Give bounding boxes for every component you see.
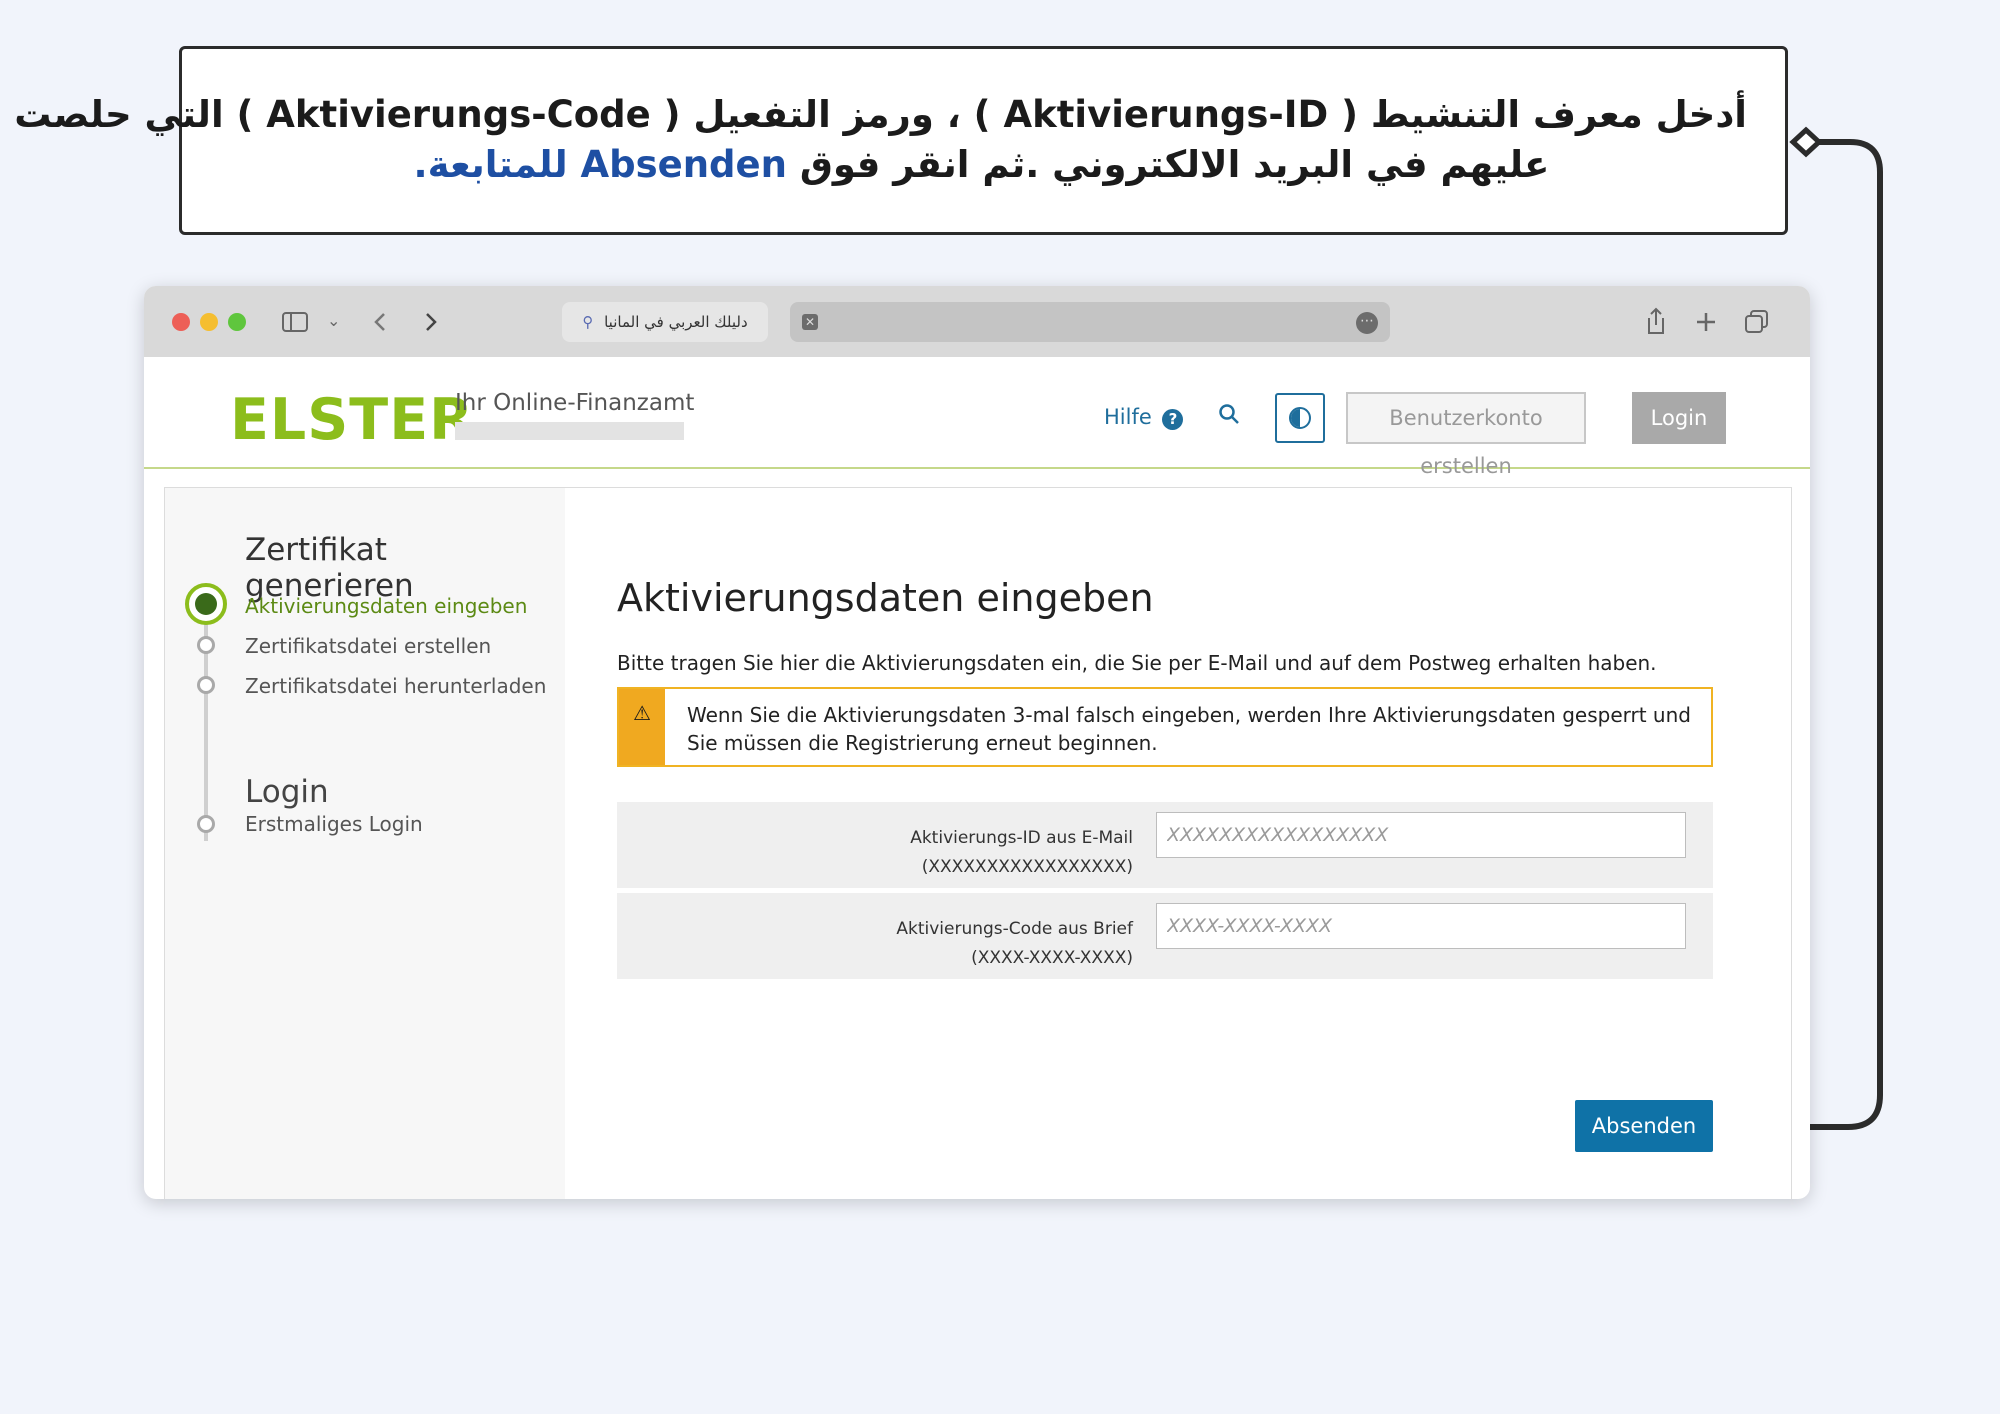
location-pin-icon: ⚲	[582, 313, 594, 331]
help-icon: ?	[1162, 409, 1184, 430]
login-button[interactable]: Login	[1632, 392, 1726, 444]
contrast-icon	[1289, 407, 1311, 429]
page-title: Aktivierungsdaten eingeben	[617, 576, 1154, 620]
contrast-toggle-button[interactable]	[1275, 393, 1325, 443]
browser-toolbar: ⌄ دليلك العربي في المانيا ⚲ ✕ ⋯	[144, 286, 1810, 358]
form-row-activation-code: Aktivierungs-Code aus Brief (XXXX-XXXX-X…	[617, 893, 1713, 979]
share-icon[interactable]	[1644, 306, 1668, 336]
browser-tab-active[interactable]: دليلك العربي في المانيا ⚲	[562, 302, 768, 342]
step-indicator	[197, 676, 215, 694]
browser-window: ⌄ دليلك العربي في المانيا ⚲ ✕ ⋯ ELSTER I…	[144, 286, 1810, 1199]
elster-logo[interactable]: ELSTER	[230, 387, 474, 453]
field-label-text: Aktivierungs-Code aus Brief	[896, 919, 1133, 939]
field-hint: (XXXXXXXXXXXXXXXXX)	[921, 857, 1133, 877]
step-first-login: Erstmaliges Login	[245, 812, 423, 836]
close-window-button[interactable]	[172, 313, 190, 331]
forward-arrow-icon[interactable]	[423, 312, 439, 332]
field-hint: (XXXX-XXXX-XXXX)	[971, 948, 1133, 968]
logo-underline-bar	[455, 422, 684, 440]
help-label: Hilfe	[1104, 405, 1152, 429]
step-indicator	[197, 636, 215, 654]
sidebar-toggle-icon[interactable]	[282, 312, 308, 332]
help-link[interactable]: Hilfe ?	[1104, 405, 1184, 430]
browser-tab-address[interactable]: ✕ ⋯	[790, 302, 1390, 342]
warning-icon: ⚠	[619, 689, 665, 765]
maximize-window-button[interactable]	[228, 313, 246, 331]
warning-box: ⚠ Wenn Sie die Aktivierungsdaten 3-mal f…	[617, 687, 1713, 767]
tab-overview-icon[interactable]	[1744, 309, 1770, 335]
submit-button[interactable]: Absenden	[1575, 1100, 1713, 1152]
close-tab-icon[interactable]: ✕	[802, 314, 818, 330]
new-tab-plus-icon[interactable]	[1695, 311, 1717, 333]
content-card: Zertifikat generieren Aktivierungsdaten …	[164, 487, 1792, 1199]
step-activation-data: Aktivierungsdaten eingeben	[245, 594, 528, 618]
form-row-activation-id: Aktivierungs-ID aus E-Mail (XXXXXXXXXXXX…	[617, 802, 1713, 888]
step-indicator	[197, 815, 215, 833]
step-active-indicator	[185, 583, 227, 625]
connector-diamond	[1789, 126, 1823, 158]
field-label-activation-id: Aktivierungs-ID aus E-Mail (XXXXXXXXXXXX…	[910, 824, 1133, 882]
step-create-certificate: Zertifikatsdatei erstellen	[245, 634, 492, 658]
minimize-window-button[interactable]	[200, 313, 218, 331]
logo-subtitle: Ihr Online-Finanzamt	[455, 390, 695, 416]
warning-text: Wenn Sie die Aktivierungsdaten 3-mal fal…	[687, 703, 1691, 755]
create-account-button[interactable]: Benutzerkonto erstellen	[1346, 392, 1586, 478]
search-icon[interactable]	[1218, 403, 1240, 425]
field-label-text: Aktivierungs-ID aus E-Mail	[910, 828, 1133, 848]
field-label-activation-code: Aktivierungs-Code aus Brief (XXXX-XXXX-X…	[896, 915, 1133, 973]
more-options-icon[interactable]: ⋯	[1356, 312, 1378, 334]
chevron-down-icon[interactable]: ⌄	[327, 306, 340, 336]
intro-text: Bitte tragen Sie hier die Aktivierungsda…	[617, 651, 1657, 675]
progress-sidebar: Zertifikat generieren Aktivierungsdaten …	[165, 488, 565, 1199]
step-download-certificate: Zertifikatsdatei herunterladen	[245, 674, 547, 698]
back-arrow-icon[interactable]	[372, 312, 388, 332]
site-header: ELSTER Ihr Online-Finanzamt Hilfe ? Benu…	[144, 357, 1810, 478]
activation-id-input[interactable]	[1156, 812, 1686, 858]
sidebar-login-title: Login	[245, 774, 329, 810]
activation-code-input[interactable]	[1156, 903, 1686, 949]
tab-title: دليلك العربي في المانيا	[604, 313, 748, 331]
